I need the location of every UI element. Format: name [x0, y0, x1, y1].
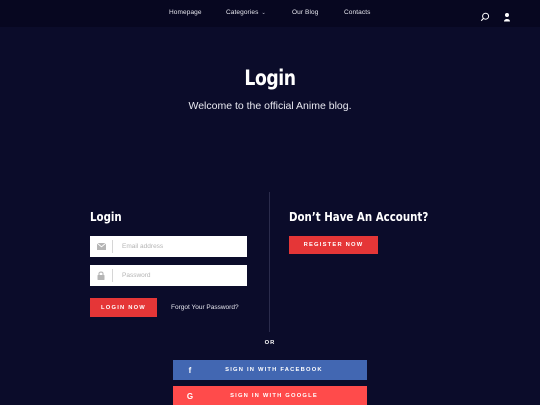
lock-icon	[90, 265, 112, 286]
login-heading: Login	[90, 209, 122, 224]
facebook-signin-button[interactable]: f SIGN IN WITH FACEBOOK	[173, 360, 367, 380]
email-input[interactable]	[113, 236, 247, 257]
login-button[interactable]: LOGIN NOW	[90, 298, 157, 317]
nav-contacts[interactable]: Contacts	[344, 9, 370, 16]
search-icon[interactable]	[480, 9, 490, 22]
register-button[interactable]: REGISTER NOW	[289, 236, 378, 254]
google-signin-label: SIGN IN WITH GOOGLE	[230, 393, 318, 399]
forgot-password-link[interactable]: Forgot Your Password?	[171, 304, 239, 311]
chevron-down-icon: ⌄	[261, 10, 266, 16]
main-nav: Homepage Categories ⌄ Our Blog Contacts	[0, 0, 540, 27]
user-icon[interactable]	[502, 9, 512, 22]
email-field	[90, 236, 247, 257]
facebook-icon: f	[188, 365, 192, 375]
nav-our-blog[interactable]: Our Blog	[292, 9, 318, 16]
top-navbar: Homepage Categories ⌄ Our Blog Contacts	[0, 0, 540, 27]
page-subtitle: Welcome to the official Anime blog.	[188, 100, 352, 112]
or-separator: OR	[264, 340, 276, 346]
password-field	[90, 265, 247, 286]
column-divider	[269, 192, 270, 332]
nav-categories-label: Categories	[226, 9, 259, 16]
google-icon: G	[186, 391, 194, 401]
password-input[interactable]	[113, 265, 247, 286]
envelope-icon	[90, 236, 112, 257]
page-title: Login	[244, 66, 296, 90]
nav-categories[interactable]: Categories ⌄	[226, 9, 266, 16]
facebook-signin-label: SIGN IN WITH FACEBOOK	[225, 367, 323, 373]
google-signin-button[interactable]: G SIGN IN WITH GOOGLE	[173, 386, 367, 405]
nav-homepage[interactable]: Homepage	[169, 9, 202, 16]
register-heading: Don’t Have An Account?	[289, 209, 429, 224]
